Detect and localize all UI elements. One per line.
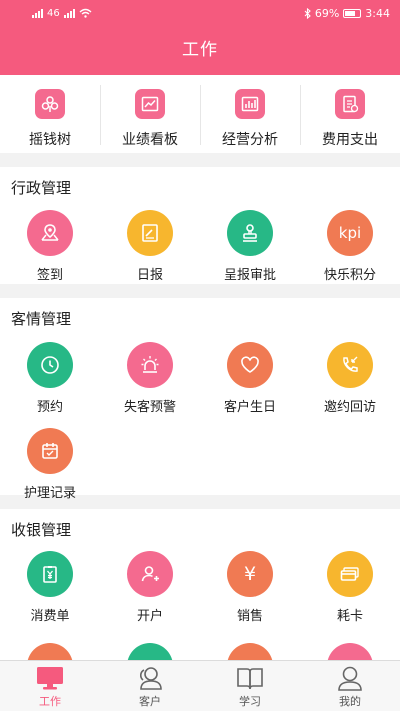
signal-icon bbox=[32, 8, 43, 18]
admin-item-approval[interactable]: 呈报审批 bbox=[200, 210, 300, 283]
cashier-row2-icon bbox=[27, 643, 73, 660]
bottom-tab-bar: 工作 客户 学习 我的 bbox=[0, 660, 400, 711]
cashier-row2-icon bbox=[127, 643, 173, 660]
item-label: 失客预警 bbox=[123, 400, 176, 415]
item-label: 客户生日 bbox=[223, 400, 276, 415]
tab-label: 工作 bbox=[39, 695, 61, 708]
admin-item-daily-report[interactable]: 日报 bbox=[100, 210, 200, 283]
wifi-icon bbox=[79, 8, 92, 18]
book-icon bbox=[237, 668, 263, 690]
item-label: 日报 bbox=[136, 268, 163, 283]
shortcut-label: 经营分析 bbox=[222, 132, 278, 148]
signal-2-icon bbox=[63, 8, 75, 18]
cashier-row2-icon bbox=[327, 643, 373, 660]
section-title: 收银管理 bbox=[11, 521, 72, 539]
cashier-item-card-use[interactable]: 耗卡 bbox=[300, 551, 400, 624]
tab-label: 我的 bbox=[339, 695, 361, 708]
expense-icon bbox=[335, 89, 365, 119]
cashier-row2-item[interactable] bbox=[100, 643, 200, 660]
item-label: 护理记录 bbox=[23, 486, 76, 501]
shortcut-label: 费用支出 bbox=[322, 132, 378, 148]
card-icon bbox=[327, 551, 373, 597]
cashier-row2-item[interactable] bbox=[300, 643, 400, 660]
item-label: 签到 bbox=[36, 268, 63, 283]
item-label: 呈报审批 bbox=[223, 268, 276, 283]
status-left: 46 bbox=[32, 8, 92, 19]
cashier-row2-icon bbox=[227, 643, 273, 660]
section-title: 行政管理 bbox=[11, 179, 72, 197]
status-right: 69% 3:44 bbox=[304, 7, 390, 20]
phone-callback-icon bbox=[327, 342, 373, 388]
top-shortcuts: 摇钱树 业绩看板 经营分析 费用支出 bbox=[0, 75, 400, 153]
profile-icon bbox=[338, 666, 362, 691]
daily-report-icon bbox=[127, 210, 173, 256]
shortcut-analysis[interactable]: 经营分析 bbox=[200, 75, 300, 153]
yen-icon: ¥ bbox=[227, 551, 273, 597]
cashier-row2-item[interactable] bbox=[200, 643, 300, 660]
money-tree-icon bbox=[35, 89, 65, 119]
battery-icon bbox=[343, 8, 362, 18]
item-label: 快乐积分 bbox=[323, 268, 376, 283]
monitor-icon bbox=[37, 667, 63, 690]
tab-label: 学习 bbox=[239, 695, 261, 708]
customer-item-appointment[interactable]: 预约 bbox=[0, 342, 100, 415]
alarm-light-icon bbox=[127, 342, 173, 388]
customer-item-birthday[interactable]: 客户生日 bbox=[200, 342, 300, 415]
customers-icon bbox=[139, 667, 162, 690]
performance-chart-icon bbox=[135, 89, 165, 119]
cashier-row2-item[interactable] bbox=[0, 643, 100, 660]
section-cashier: 收银管理 消费单 开户 ¥ 销售 耗卡 bbox=[0, 509, 400, 660]
bluetooth-icon bbox=[304, 7, 311, 19]
item-label: 邀约回访 bbox=[323, 400, 376, 415]
kpi-icon: kpi bbox=[327, 210, 373, 256]
status-time: 3:44 bbox=[365, 6, 390, 20]
customer-item-care-record[interactable]: 护理记录 bbox=[0, 428, 100, 501]
approval-stamp-icon bbox=[227, 210, 273, 256]
bar-chart-icon bbox=[235, 89, 265, 119]
yen-symbol: ¥ bbox=[243, 563, 257, 585]
tab-work[interactable]: 工作 bbox=[0, 661, 100, 711]
receipt-icon bbox=[27, 551, 73, 597]
item-label: 开户 bbox=[136, 609, 163, 624]
item-label: 销售 bbox=[236, 609, 263, 624]
admin-item-checkin[interactable]: 签到 bbox=[0, 210, 100, 283]
location-pin-icon bbox=[27, 210, 73, 256]
item-label: 消费单 bbox=[30, 609, 70, 624]
kpi-icon-text: kpi bbox=[338, 224, 362, 242]
app-header: 46 69% 3:44 工作 bbox=[0, 0, 400, 75]
battery-percent: 69% bbox=[314, 6, 340, 20]
section-customer: 客情管理 预约 失客预警 客户生日 邀约回访 护理记录 bbox=[0, 298, 400, 501]
page-title: 工作 bbox=[182, 40, 218, 60]
add-user-icon bbox=[127, 551, 173, 597]
cashier-item-consumption[interactable]: 消费单 bbox=[0, 551, 100, 624]
tab-label: 客户 bbox=[139, 695, 161, 708]
shortcut-performance[interactable]: 业绩看板 bbox=[100, 75, 200, 153]
heart-icon bbox=[227, 342, 273, 388]
shortcut-expense[interactable]: 费用支出 bbox=[300, 75, 400, 153]
network-type-text: 46 bbox=[47, 7, 60, 19]
tab-customers[interactable]: 客户 bbox=[100, 661, 200, 711]
shortcut-label: 业绩看板 bbox=[122, 132, 178, 148]
tab-profile[interactable]: 我的 bbox=[300, 661, 400, 711]
calendar-icon bbox=[27, 428, 73, 474]
section-title: 客情管理 bbox=[11, 310, 72, 328]
clock-icon bbox=[27, 342, 73, 388]
item-label: 预约 bbox=[36, 400, 63, 415]
tab-learning[interactable]: 学习 bbox=[200, 661, 300, 711]
cashier-item-open-account[interactable]: 开户 bbox=[100, 551, 200, 624]
cashier-item-sales[interactable]: ¥ 销售 bbox=[200, 551, 300, 624]
status-bar: 46 69% 3:44 bbox=[0, 0, 400, 26]
section-admin: 行政管理 签到 日报 呈报审批 kpi 快乐积分 bbox=[0, 167, 400, 284]
shortcut-money-tree[interactable]: 摇钱树 bbox=[0, 75, 100, 153]
admin-item-kpi[interactable]: kpi 快乐积分 bbox=[300, 210, 400, 283]
item-label: 耗卡 bbox=[336, 609, 363, 624]
customer-item-lost-warning[interactable]: 失客预警 bbox=[100, 342, 200, 415]
customer-item-callback[interactable]: 邀约回访 bbox=[300, 342, 400, 415]
shortcut-label: 摇钱树 bbox=[29, 132, 71, 148]
